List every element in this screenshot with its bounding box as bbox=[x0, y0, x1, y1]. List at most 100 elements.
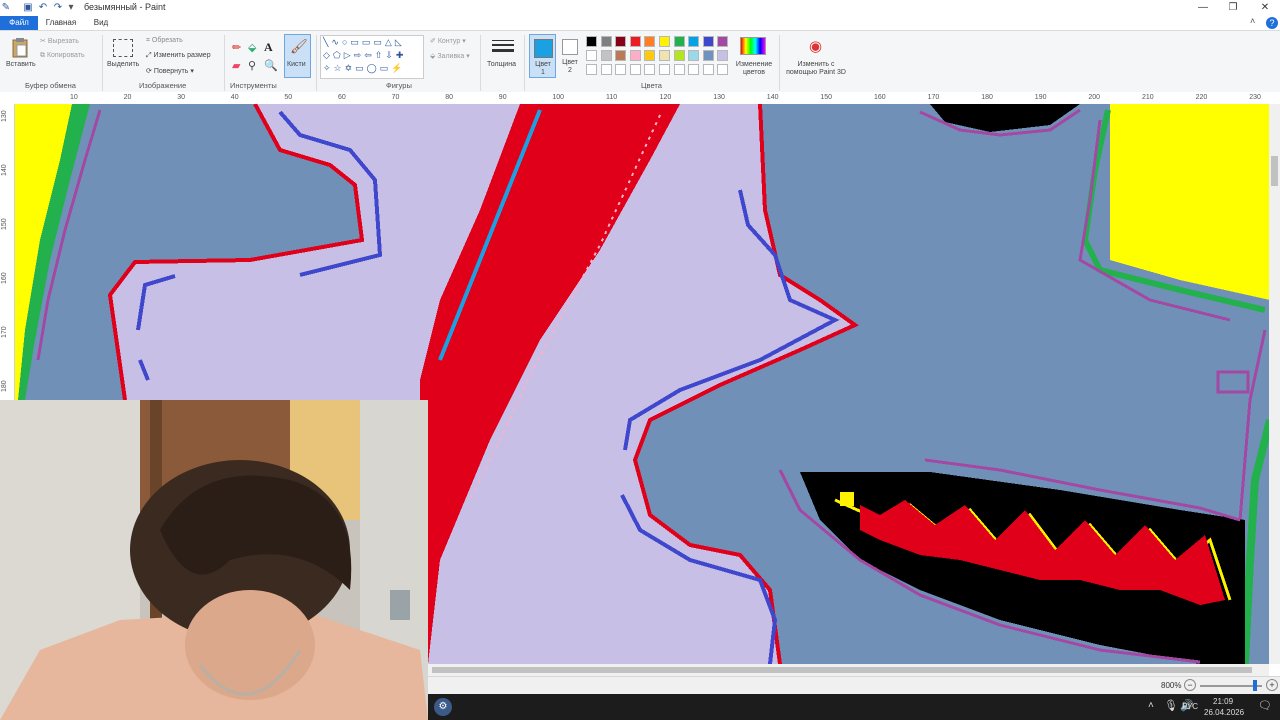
ruler-tick-label: 180 bbox=[981, 94, 993, 101]
pencil-icon[interactable]: ✏ bbox=[232, 41, 241, 54]
edit-colors-button[interactable]: Изменение цветов bbox=[733, 61, 775, 77]
palette-color-swatch[interactable] bbox=[644, 50, 656, 61]
color1-swatch bbox=[534, 39, 553, 58]
palette-color-swatch[interactable] bbox=[673, 64, 685, 75]
quick-access-dropdown-icon[interactable]: ▾ bbox=[65, 2, 77, 13]
palette-color-swatch[interactable] bbox=[702, 50, 714, 61]
rotate-button[interactable]: ⟳ Повернуть ▾ bbox=[146, 67, 194, 75]
palette-color-swatch[interactable] bbox=[702, 36, 714, 47]
help-icon[interactable]: ? bbox=[1266, 17, 1278, 29]
brushes-button[interactable]: 🖌 Кисти bbox=[284, 34, 311, 78]
color2-button[interactable]: Цвет 2 bbox=[560, 37, 580, 77]
ribbon-separator bbox=[524, 35, 525, 91]
rotate-label: Повернуть bbox=[153, 68, 189, 75]
ruler-tick-label: 100 bbox=[552, 94, 565, 101]
copy-button[interactable]: ⧉ Копировать bbox=[40, 52, 85, 60]
language-indicator[interactable]: РУС bbox=[1182, 702, 1198, 711]
eraser-icon[interactable]: ▰ bbox=[232, 59, 240, 72]
paint3d-icon[interactable]: ◉ bbox=[809, 37, 822, 55]
paste-button[interactable]: Вставить bbox=[6, 61, 36, 68]
palette-color-swatch[interactable] bbox=[644, 36, 656, 47]
clock-date[interactable]: 26.04.2026 bbox=[1204, 708, 1244, 717]
palette-color-swatch[interactable] bbox=[659, 36, 670, 47]
redo-icon[interactable]: ↷ bbox=[52, 2, 64, 13]
palette-color-swatch[interactable] bbox=[600, 36, 612, 47]
ribbon-separator bbox=[779, 35, 780, 91]
color1-button[interactable]: Цвет 1 bbox=[529, 34, 556, 78]
maximize-button[interactable]: ❐ bbox=[1218, 0, 1248, 16]
tab-file[interactable]: Файл bbox=[0, 16, 38, 30]
title-bar: ✎ ▣ ↶ ↷ ▾ безымянный - Paint — ❐ ✕ bbox=[0, 0, 1280, 16]
group-title-colors: Цвета bbox=[641, 81, 662, 90]
palette-color-swatch[interactable] bbox=[659, 64, 670, 75]
palette-color-swatch[interactable] bbox=[717, 64, 729, 75]
window-title: безымянный - Paint bbox=[84, 2, 166, 12]
zoom-slider-thumb[interactable] bbox=[1253, 680, 1257, 691]
palette-color-swatch[interactable] bbox=[673, 36, 685, 47]
ruler-tick-label: 20 bbox=[123, 94, 132, 101]
palette-color-swatch[interactable] bbox=[644, 64, 656, 75]
palette-color-swatch[interactable] bbox=[615, 36, 627, 47]
resize-button[interactable]: ⤢ Изменить размер bbox=[146, 52, 211, 60]
outline-label: Контур bbox=[437, 38, 461, 45]
paint3d-button[interactable]: Изменить с помощью Paint 3D bbox=[782, 61, 850, 77]
palette-color-swatch[interactable] bbox=[600, 64, 612, 75]
fill-button[interactable]: ⬙ Заливка ▾ bbox=[430, 52, 470, 60]
palette-color-swatch[interactable] bbox=[586, 64, 597, 75]
color-picker-icon[interactable]: ⚲ bbox=[248, 59, 256, 72]
select-button[interactable]: Выделить bbox=[107, 61, 139, 68]
palette-color-swatch[interactable] bbox=[659, 50, 670, 61]
ruler-tick-label: 150 bbox=[1, 218, 8, 230]
palette-color-swatch[interactable] bbox=[688, 64, 700, 75]
zoom-out-button[interactable]: − bbox=[1184, 679, 1196, 691]
ribbon-separator bbox=[224, 35, 225, 91]
vertical-scrollbar[interactable] bbox=[1269, 104, 1280, 664]
close-button[interactable]: ✕ bbox=[1250, 0, 1280, 16]
microphone-icon[interactable]: 🎙 bbox=[1164, 699, 1178, 712]
magnifier-icon[interactable]: 🔍 bbox=[264, 59, 278, 72]
palette-color-swatch[interactable] bbox=[586, 36, 597, 47]
crop-button[interactable]: ⌗ Обрезать bbox=[146, 37, 183, 45]
zoom-level: 800% bbox=[1161, 681, 1182, 690]
fill-bucket-icon[interactable]: ⬙ bbox=[248, 41, 256, 54]
outline-button[interactable]: ✐ Контур ▾ bbox=[430, 37, 466, 45]
palette-color-swatch[interactable] bbox=[688, 50, 700, 61]
cut-button[interactable]: ✂ Вырезать bbox=[40, 37, 79, 45]
palette-color-swatch[interactable] bbox=[629, 64, 641, 75]
thickness-button[interactable]: Толщина bbox=[487, 61, 516, 68]
palette-color-swatch[interactable] bbox=[600, 50, 612, 61]
palette-color-swatch[interactable] bbox=[702, 64, 714, 75]
minimize-button[interactable]: — bbox=[1188, 0, 1218, 16]
horizontal-scroll-thumb[interactable] bbox=[432, 667, 1252, 673]
palette-color-swatch[interactable] bbox=[673, 50, 685, 61]
palette-color-swatch[interactable] bbox=[629, 50, 641, 61]
palette-color-swatch[interactable] bbox=[688, 36, 700, 47]
line-thickness-icon[interactable] bbox=[492, 39, 514, 55]
ruler-tick-label: 150 bbox=[820, 94, 833, 101]
vertical-scroll-thumb[interactable] bbox=[1271, 156, 1278, 186]
palette-color-swatch[interactable] bbox=[717, 36, 729, 47]
palette-color-swatch[interactable] bbox=[717, 50, 729, 61]
tray-overflow-icon[interactable]: ˄ bbox=[1148, 700, 1154, 711]
palette-color-swatch[interactable] bbox=[586, 50, 597, 61]
horizontal-scrollbar[interactable] bbox=[428, 664, 1269, 676]
ruler-tick-label: 120 bbox=[659, 94, 672, 101]
tab-home[interactable]: Главная bbox=[40, 16, 82, 30]
palette-color-swatch[interactable] bbox=[629, 36, 641, 47]
collapse-ribbon-icon[interactable]: ˄ bbox=[1250, 16, 1255, 26]
shapes-gallery[interactable]: ╲∿○▭▭▭△◺ ◇⬠▷⇨⇦⇧⇩✚ ✧☆✡▭◯▭⚡ bbox=[320, 35, 424, 79]
steam-icon[interactable]: ⚙ bbox=[434, 698, 452, 716]
zoom-in-button[interactable]: + bbox=[1266, 679, 1278, 691]
paste-icon[interactable] bbox=[10, 37, 30, 59]
palette-color-swatch[interactable] bbox=[615, 64, 627, 75]
undo-icon[interactable]: ↶ bbox=[37, 2, 49, 13]
ruler-tick-label: 210 bbox=[1142, 94, 1154, 101]
save-icon[interactable]: ▣ bbox=[22, 2, 34, 13]
tab-view[interactable]: Вид bbox=[88, 16, 114, 30]
select-icon[interactable] bbox=[113, 39, 133, 57]
clock-time[interactable]: 21:09 bbox=[1213, 697, 1233, 706]
palette-color-swatch[interactable] bbox=[615, 50, 627, 61]
notifications-icon[interactable]: 🗨 bbox=[1258, 699, 1272, 712]
edit-colors-icon[interactable] bbox=[740, 37, 766, 55]
text-tool-icon[interactable]: A bbox=[264, 40, 273, 55]
